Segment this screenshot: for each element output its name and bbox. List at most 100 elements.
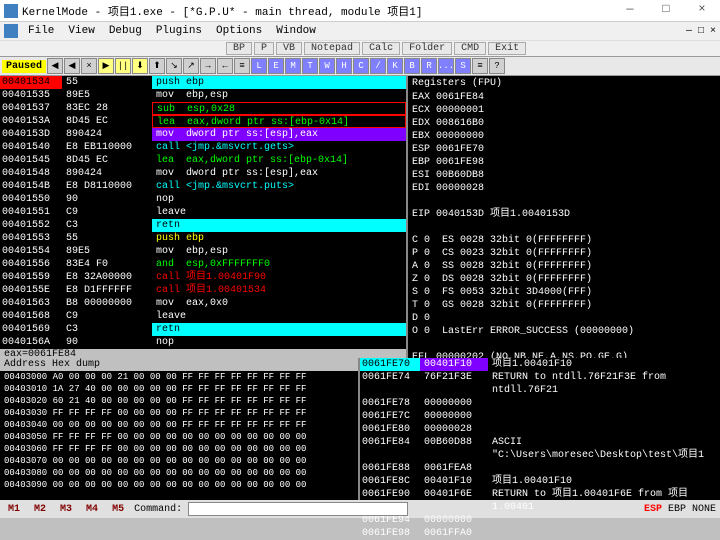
footer-none[interactable]: NONE bbox=[692, 504, 716, 515]
disasm-row[interactable]: 00401568C9leave bbox=[0, 310, 406, 323]
toolbar-btn-4[interactable]: || bbox=[115, 58, 131, 74]
register-line[interactable]: EBP 0061FE98 bbox=[408, 156, 720, 169]
register-line[interactable]: ESP 0061FE70 bbox=[408, 143, 720, 156]
tab-calc[interactable]: Calc bbox=[362, 42, 400, 55]
stack-row[interactable]: 0061FE8400B60D88ASCII "C:\Users\moresec\… bbox=[360, 436, 720, 462]
disasm-row[interactable]: 00401569C3retn bbox=[0, 323, 406, 336]
toolbar-btn-11[interactable]: ≡ bbox=[234, 58, 250, 74]
registers-pane[interactable]: Registers (FPU) EAX 0061FE84ECX 00000001… bbox=[408, 76, 720, 358]
disasm-row[interactable]: 0040153783EC 28sub esp,0x28 bbox=[0, 102, 406, 115]
disasm-row[interactable]: 0040155EE8 D1FFFFFFcall 项目1.00401534 bbox=[0, 284, 406, 297]
toolbar-btn-15[interactable]: T bbox=[302, 58, 318, 74]
disasm-row[interactable]: 0040154BE8 D8110000call <jmp.&msvcrt.put… bbox=[0, 180, 406, 193]
hex-row[interactable]: 00403030 FF FF FF FF 00 00 00 00 FF FF F… bbox=[0, 407, 358, 419]
toolbar-btn-9[interactable]: → bbox=[200, 58, 216, 74]
hex-row[interactable]: 00403090 00 00 00 00 00 00 00 00 00 00 0… bbox=[0, 479, 358, 491]
disasm-row[interactable]: 0040155090nop bbox=[0, 193, 406, 206]
disasm-row[interactable]: 004015458D45 EClea eax,dword ptr ss:[ebp… bbox=[0, 154, 406, 167]
register-line[interactable]: EDI 00000028 bbox=[408, 182, 720, 195]
toolbar-btn-18[interactable]: C bbox=[353, 58, 369, 74]
register-line[interactable]: EAX 0061FE84 bbox=[408, 91, 720, 104]
register-line[interactable]: ECX 00000001 bbox=[408, 104, 720, 117]
close-button[interactable]: × bbox=[688, 2, 716, 20]
hex-row[interactable]: 00403080 00 00 00 00 00 00 00 00 00 00 0… bbox=[0, 467, 358, 479]
stack-pane[interactable]: 0061FE7000401F10项目1.00401F100061FE7476F2… bbox=[360, 358, 720, 500]
footer-m4[interactable]: M4 bbox=[82, 504, 102, 515]
disasm-row[interactable]: 00401548890424mov dword ptr ss:[esp],eax bbox=[0, 167, 406, 180]
menu-debug[interactable]: Debug bbox=[103, 25, 148, 37]
stack-row[interactable]: 0061FE7476F21F3ERETURN to ntdll.76F21F3E… bbox=[360, 371, 720, 397]
minimize-button[interactable]: — bbox=[616, 2, 644, 20]
child-max-icon[interactable]: □ bbox=[698, 26, 704, 37]
hex-row[interactable]: 00403010 1A 27 40 00 00 00 00 00 FF FF F… bbox=[0, 383, 358, 395]
tab-p[interactable]: P bbox=[254, 42, 274, 55]
toolbar-btn-6[interactable]: ⬆ bbox=[149, 58, 165, 74]
toolbar-btn-24[interactable]: S bbox=[455, 58, 471, 74]
toolbar-btn-2[interactable]: × bbox=[81, 58, 97, 74]
disasm-row[interactable]: 00401563B8 00000000mov eax,0x0 bbox=[0, 297, 406, 310]
hex-row[interactable]: 00403070 00 00 00 00 00 00 00 00 00 00 0… bbox=[0, 455, 358, 467]
stack-row[interactable]: 0061FE9400000000 bbox=[360, 514, 720, 527]
toolbar-btn-26[interactable]: ? bbox=[489, 58, 505, 74]
disasm-row[interactable]: 0040153A8D45 EClea eax,dword ptr ss:[ebp… bbox=[0, 115, 406, 128]
toolbar-btn-23[interactable]: ... bbox=[438, 58, 454, 74]
register-line[interactable]: EIP 0040153D 项目1.0040153D bbox=[408, 208, 720, 221]
toolbar-btn-7[interactable]: ↘ bbox=[166, 58, 182, 74]
toolbar-btn-5[interactable]: ⬇ bbox=[132, 58, 148, 74]
menu-icon[interactable] bbox=[4, 24, 18, 38]
footer-ebp[interactable]: EBP bbox=[668, 504, 686, 515]
register-line[interactable]: T 0 GS 0028 32bit 0(FFFFFFFF) bbox=[408, 299, 720, 312]
register-line[interactable]: O 0 LastErr ERROR_SUCCESS (00000000) bbox=[408, 325, 720, 338]
register-line[interactable] bbox=[408, 338, 720, 351]
toolbar-btn-8[interactable]: ↗ bbox=[183, 58, 199, 74]
stack-row[interactable]: 0061FE7000401F10项目1.00401F10 bbox=[360, 358, 720, 371]
menu-options[interactable]: Options bbox=[210, 25, 268, 37]
register-line[interactable]: A 0 SS 0028 32bit 0(FFFFFFFF) bbox=[408, 260, 720, 273]
menu-plugins[interactable]: Plugins bbox=[150, 25, 208, 37]
toolbar-btn-19[interactable]: / bbox=[370, 58, 386, 74]
toolbar-btn-25[interactable]: ≡ bbox=[472, 58, 488, 74]
maximize-button[interactable]: □ bbox=[652, 2, 680, 20]
hex-row[interactable]: 00403060 FF FF FF FF 00 00 00 00 00 00 0… bbox=[0, 443, 358, 455]
toolbar-btn-1[interactable]: ◀ bbox=[64, 58, 80, 74]
disasm-row[interactable]: 00401552C3retn bbox=[0, 219, 406, 232]
disassembly-pane[interactable]: 0040153455push ebp0040153589E5mov ebp,es… bbox=[0, 76, 408, 358]
toolbar-btn-20[interactable]: K bbox=[387, 58, 403, 74]
hex-row[interactable]: 00403040 00 00 00 00 00 00 00 00 FF FF F… bbox=[0, 419, 358, 431]
stack-row[interactable]: 0061FE8000000028 bbox=[360, 423, 720, 436]
tab-folder[interactable]: Folder bbox=[402, 42, 452, 55]
menu-window[interactable]: Window bbox=[270, 25, 322, 37]
footer-esp[interactable]: ESP bbox=[644, 504, 662, 515]
register-line[interactable]: EFL 00000202 (NO,NB,NE,A,NS,PO,GE,G) bbox=[408, 351, 720, 358]
disasm-row[interactable]: 0040156A90nop bbox=[0, 336, 406, 349]
child-close-icon[interactable]: × bbox=[710, 26, 716, 37]
register-line[interactable]: EBX 00000000 bbox=[408, 130, 720, 143]
menu-file[interactable]: File bbox=[22, 25, 60, 37]
register-line[interactable]: S 0 FS 0053 32bit 3D4000(FFF) bbox=[408, 286, 720, 299]
register-line[interactable]: Z 0 DS 0028 32bit 0(FFFFFFFF) bbox=[408, 273, 720, 286]
hex-row[interactable]: 00403050 FF FF FF FF 00 00 00 00 00 00 0… bbox=[0, 431, 358, 443]
disasm-row[interactable]: 0040153589E5mov ebp,esp bbox=[0, 89, 406, 102]
disasm-row[interactable]: 00401540E8 EB110000call <jmp.&msvcrt.get… bbox=[0, 141, 406, 154]
tab-vb[interactable]: VB bbox=[276, 42, 302, 55]
tab-bp[interactable]: BP bbox=[226, 42, 252, 55]
register-line[interactable]: EDX 008616B0 bbox=[408, 117, 720, 130]
footer-m1[interactable]: M1 bbox=[4, 504, 24, 515]
toolbar-btn-12[interactable]: L bbox=[251, 58, 267, 74]
child-min-icon[interactable]: — bbox=[686, 26, 692, 37]
stack-row[interactable]: 0061FE880061FEA8 bbox=[360, 462, 720, 475]
tab-exit[interactable]: Exit bbox=[488, 42, 526, 55]
disasm-row[interactable]: 00401551C9leave bbox=[0, 206, 406, 219]
stack-row[interactable]: 0061FE980061FFA0 bbox=[360, 527, 720, 540]
toolbar-btn-3[interactable]: ▶ bbox=[98, 58, 114, 74]
footer-m3[interactable]: M3 bbox=[56, 504, 76, 515]
toolbar-btn-21[interactable]: B bbox=[404, 58, 420, 74]
footer-m5[interactable]: M5 bbox=[108, 504, 128, 515]
tab-notepad[interactable]: Notepad bbox=[304, 42, 360, 55]
register-line[interactable]: D 0 bbox=[408, 312, 720, 325]
toolbar-btn-22[interactable]: R bbox=[421, 58, 437, 74]
toolbar-btn-14[interactable]: M bbox=[285, 58, 301, 74]
hex-row[interactable]: 00403020 60 21 40 00 00 00 00 00 FF FF F… bbox=[0, 395, 358, 407]
disasm-row[interactable]: 0040155355push ebp bbox=[0, 232, 406, 245]
stack-row[interactable]: 0061FE8C00401F10项目1.00401F10 bbox=[360, 475, 720, 488]
